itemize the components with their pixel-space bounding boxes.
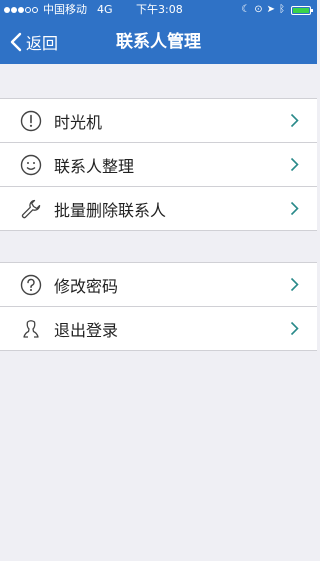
smiley-icon [20, 154, 42, 176]
chevron-right-icon [290, 277, 299, 292]
menu-item-organize-contacts[interactable]: 联系人整理 [0, 142, 317, 186]
battery-icon [291, 5, 313, 15]
status-time: 下午3:08 [136, 3, 183, 16]
menu-item-change-password[interactable]: 修改密码 [0, 263, 317, 306]
bluetooth-icon: ᛒ [279, 4, 285, 15]
signal-icon [4, 7, 39, 13]
wrench-icon [20, 198, 42, 220]
settings-group-2: 修改密码 退出登录 [0, 262, 317, 351]
carrier-name: 中国移动 [43, 3, 87, 16]
navigation-bar: 返回 联系人管理 [0, 20, 317, 64]
menu-item-label: 联系人整理 [54, 156, 135, 176]
moon-icon: ☾ [241, 4, 251, 15]
location-icon: ➤ [266, 4, 275, 15]
menu-item-label: 退出登录 [54, 320, 119, 340]
page-title: 联系人管理 [116, 32, 201, 52]
status-bar: 中国移动 4G 下午3:08 ☾ ⊙ ➤ ᛒ [0, 0, 317, 20]
menu-item-time-machine[interactable]: 时光机 [0, 99, 317, 142]
settings-group-1: 时光机 联系人整理 批量删除联系人 [0, 98, 317, 231]
menu-item-label: 批量删除联系人 [54, 200, 167, 220]
top-bar: 中国移动 4G 下午3:08 ☾ ⊙ ➤ ᛒ 返回 联系人管理 [0, 0, 317, 64]
question-circle-icon [20, 274, 42, 296]
chevron-right-icon [290, 201, 299, 216]
menu-item-label: 时光机 [54, 112, 103, 132]
chevron-right-icon [290, 157, 299, 172]
exclamation-circle-icon [20, 110, 42, 132]
chevron-right-icon [290, 321, 299, 336]
menu-item-logout[interactable]: 退出登录 [0, 306, 317, 350]
menu-item-label: 修改密码 [54, 276, 119, 296]
menu-item-batch-delete[interactable]: 批量删除联系人 [0, 186, 317, 230]
logout-user-icon [20, 318, 42, 340]
orientation-lock-icon: ⊙ [254, 4, 263, 15]
network-type: 4G [97, 3, 113, 16]
chevron-right-icon [290, 113, 299, 128]
